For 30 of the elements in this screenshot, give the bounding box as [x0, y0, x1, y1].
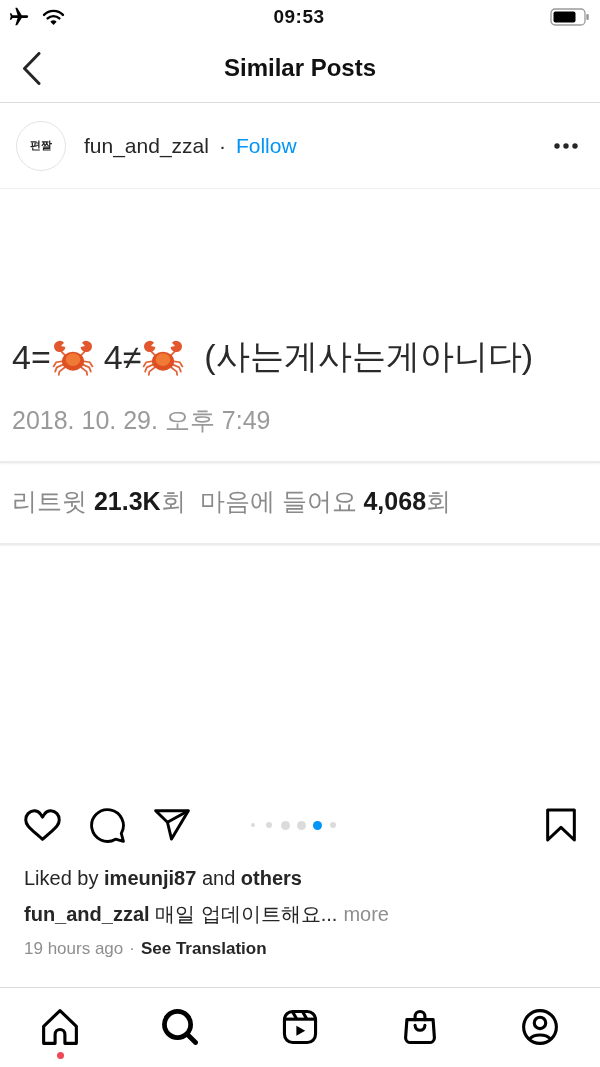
see-translation-link[interactable]: See Translation [140, 939, 267, 959]
back-icon[interactable] [22, 51, 41, 85]
separator-text: · [218, 133, 226, 158]
airplane-icon [8, 6, 30, 28]
tweet-text: 4= [12, 337, 51, 377]
search-icon[interactable] [162, 1009, 198, 1045]
crab-icon [51, 338, 94, 376]
username-link[interactable]: fun_and_zzal [84, 133, 209, 158]
tweet-text: (사는게사는게아니다) [204, 336, 533, 377]
caption-text: fun_and_zzal 매일 업데이트해요... more [23, 902, 390, 927]
more-icon[interactable] [554, 142, 578, 149]
wifi-icon [42, 8, 65, 26]
separator-text: · [129, 939, 135, 959]
bookmark-icon[interactable] [546, 808, 576, 842]
paper-plane-icon[interactable] [154, 808, 190, 842]
tweet-text: 4≠ [103, 337, 142, 377]
heart-icon[interactable] [24, 808, 61, 842]
status-time: 09:53 [273, 6, 325, 28]
battery-icon [550, 8, 590, 26]
tweet-stats: 리트윗 21.3K회 마음에 들어요 4,068회 [11, 486, 453, 517]
crab-icon [142, 338, 185, 376]
tweet-date: 2018. 10. 29. 오후 7:49 [11, 405, 272, 436]
page-title: Similar Posts [222, 54, 378, 82]
home-icon[interactable] [42, 1009, 78, 1045]
clapperboard-icon[interactable] [282, 1009, 318, 1045]
shopping-bag-icon[interactable] [402, 1009, 438, 1045]
post-time: 19 hours ago [24, 939, 124, 959]
comment-icon[interactable] [90, 807, 125, 843]
likes-text: Liked by imeunji87 and others [23, 866, 303, 891]
user-circle-icon[interactable] [522, 1009, 558, 1045]
